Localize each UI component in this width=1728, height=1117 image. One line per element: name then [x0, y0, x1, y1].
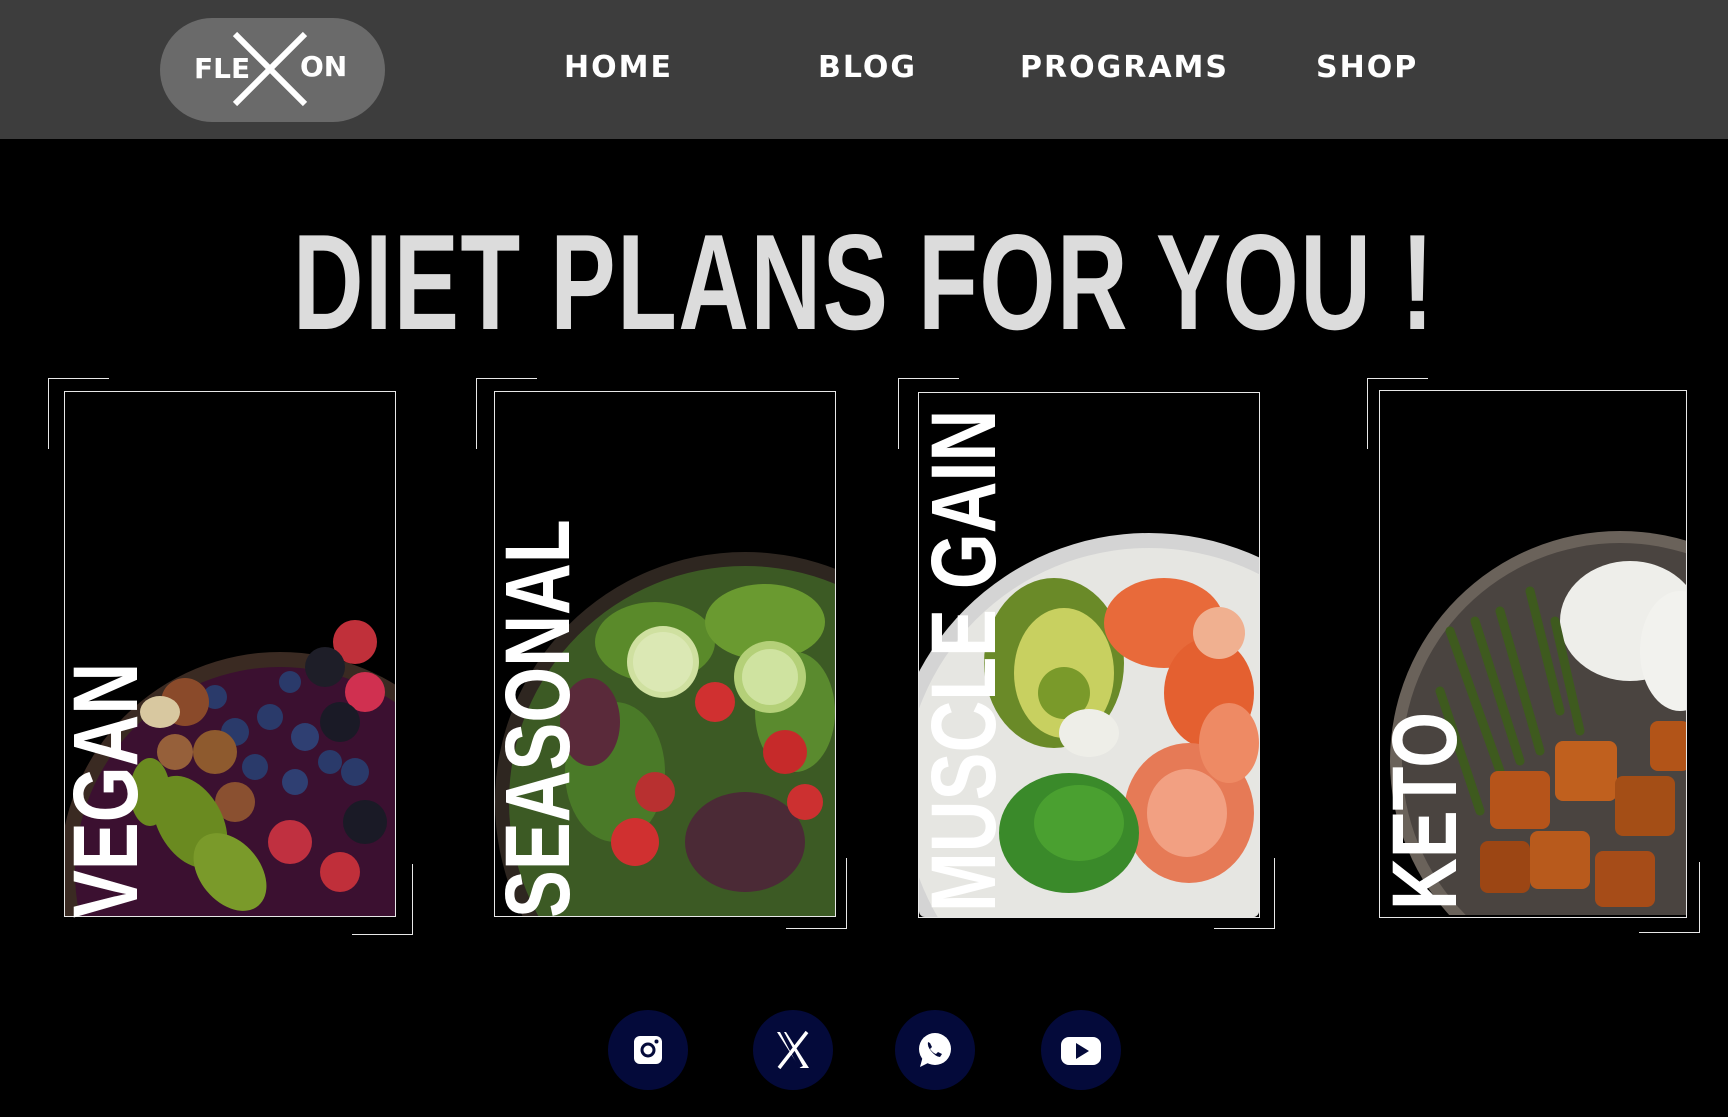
page-title: DIET PLANS FOR YOU ! [292, 206, 1436, 358]
diet-card-keto[interactable]: KETO [1367, 378, 1701, 934]
x-button[interactable] [753, 1010, 833, 1090]
card-label-muscle-gain: MUSCLE GAIN [913, 409, 1015, 912]
youtube-button[interactable] [1041, 1010, 1121, 1090]
whatsapp-icon [919, 1033, 951, 1067]
card-label-seasonal: SEASONAL [487, 519, 589, 918]
youtube-icon [1061, 1037, 1101, 1065]
logo-text-right: ON [300, 50, 348, 83]
nav-blog[interactable]: BLOG [818, 46, 917, 90]
card-label-vegan: VEGAN [55, 662, 157, 918]
diet-card-muscle-gain[interactable]: MUSCLE GAIN [898, 378, 1276, 930]
nav-shop[interactable]: SHOP [1316, 46, 1418, 90]
card-label-keto: KETO [1374, 711, 1476, 910]
logo-text-left: FLE [194, 52, 251, 85]
nav-programs[interactable]: PROGRAMS [1020, 46, 1229, 90]
diet-card-vegan[interactable]: VEGAN [48, 378, 413, 935]
top-navbar: FLE ON HOME BLOG PROGRAMS SHOP [0, 0, 1728, 139]
instagram-button[interactable] [608, 1010, 688, 1090]
x-icon [777, 1030, 809, 1070]
instagram-icon [634, 1036, 662, 1064]
nav-home[interactable]: HOME [564, 46, 673, 90]
whatsapp-button[interactable] [895, 1010, 975, 1090]
diet-card-seasonal[interactable]: SEASONAL [476, 378, 848, 930]
flexon-logo[interactable]: FLE ON [160, 18, 385, 122]
